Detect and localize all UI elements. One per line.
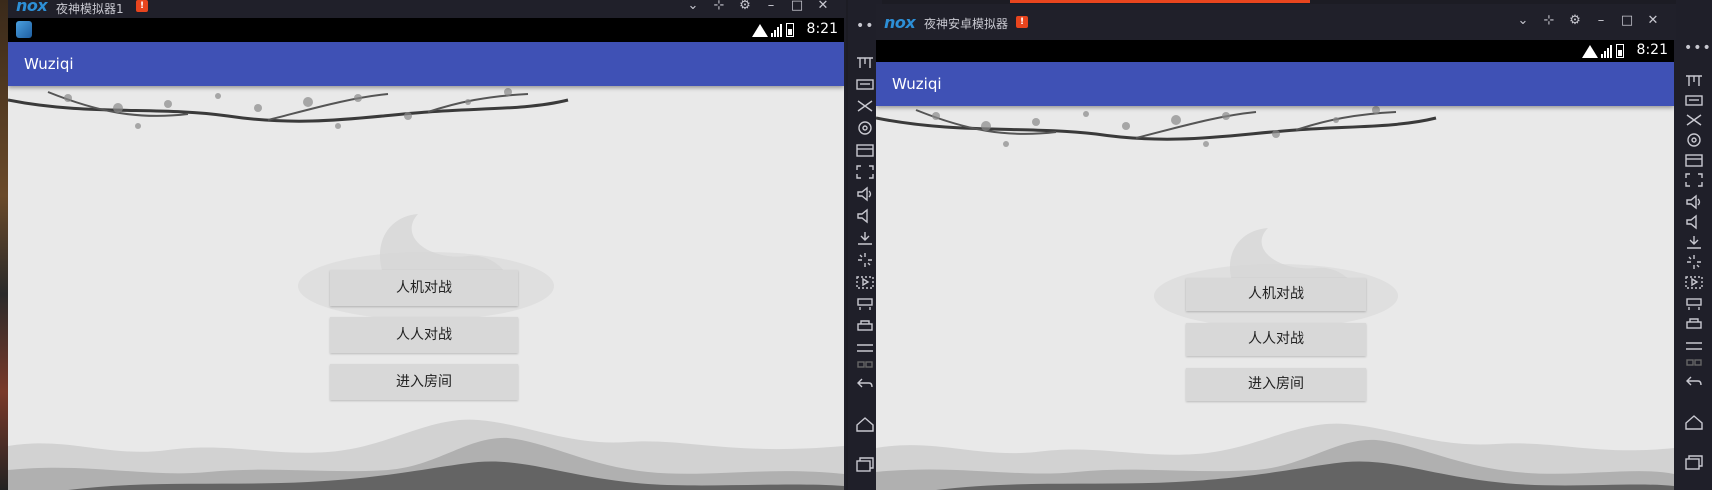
printer-icon[interactable]: [855, 318, 875, 334]
pin-icon[interactable]: ⊹: [706, 0, 732, 13]
macro-icon[interactable]: [855, 274, 875, 290]
pve-button[interactable]: 人机对战: [1186, 278, 1366, 311]
toolbar-icon[interactable]: [1684, 72, 1704, 88]
game-menu-screen: 人机对战 人人对战 进入房间: [8, 86, 844, 490]
right-android-screen: 8:21 Wuziqi 人机对战 人人对战 进入房间: [876, 40, 1674, 490]
status-icons: [1582, 44, 1624, 58]
volume-up-icon[interactable]: [1684, 194, 1704, 210]
dropdown-icon[interactable]: ⌄: [680, 0, 706, 13]
install-apk-icon[interactable]: [855, 230, 875, 246]
more-icon[interactable]: •••: [1684, 40, 1712, 56]
left-status-bar: 8:21: [8, 18, 844, 42]
app-title: Wuziqi: [892, 75, 942, 93]
minimize-icon[interactable]: –: [758, 0, 784, 13]
status-time: 8:21: [806, 21, 838, 37]
fullscreen-icon[interactable]: [855, 164, 875, 180]
right-window-controls: ⌄ ⊹ ⚙ – □ ✕: [1510, 13, 1666, 28]
app-bar: Wuziqi: [8, 42, 844, 86]
multi-instance-icon[interactable]: [855, 296, 875, 312]
game-menu-screen: 人机对战 人人对战 进入房间: [876, 106, 1674, 490]
desktop-wallpaper-strip: [0, 0, 8, 490]
fullscreen-icon[interactable]: [1684, 172, 1704, 188]
pvp-button[interactable]: 人人对战: [330, 317, 518, 353]
back-icon[interactable]: [855, 376, 875, 392]
volume-down-icon[interactable]: [855, 208, 875, 224]
layout-icon[interactable]: [1684, 152, 1704, 168]
keyboard-icon[interactable]: [1684, 92, 1704, 108]
toolbar-icon[interactable]: [855, 54, 875, 70]
volume-up-icon[interactable]: [855, 186, 875, 202]
right-status-bar: 8:21: [876, 40, 1674, 62]
left-window-controls: ⌄ ⊹ ⚙ – □ ✕: [680, 0, 836, 13]
loading-icon[interactable]: [1684, 254, 1704, 270]
app-title: Wuziqi: [24, 55, 74, 73]
nox-logo-icon: nox: [884, 13, 916, 32]
layout-icon[interactable]: [855, 142, 875, 158]
battery-icon: [1616, 44, 1624, 58]
right-window-title: 夜神安卓模拟器: [924, 17, 1009, 31]
right-title-bar[interactable]: nox 夜神安卓模拟器 ! ⌄ ⊹ ⚙ – □ ✕: [876, 4, 1676, 40]
recent-apps-icon[interactable]: [855, 456, 875, 472]
left-title-bar[interactable]: nox 夜神模拟器1 ! ⌄ ⊹ ⚙ – □ ✕: [8, 0, 846, 18]
menu-icon[interactable]: [855, 340, 875, 356]
settings-icon[interactable]: ⚙: [1562, 13, 1588, 28]
recent-apps-icon[interactable]: [1684, 454, 1704, 470]
split-icon[interactable]: [855, 360, 875, 370]
right-emulator-window: nox 夜神安卓模拟器 ! ⌄ ⊹ ⚙ – □ ✕ 8:21 Wuziqi 人机…: [876, 4, 1676, 490]
wifi-icon: [752, 24, 768, 37]
screenshot-icon[interactable]: [855, 120, 875, 136]
shake-icon[interactable]: [855, 98, 875, 114]
printer-icon[interactable]: [1684, 316, 1704, 332]
shake-icon[interactable]: [1684, 112, 1704, 128]
taskbar-highlight: [1010, 0, 1310, 3]
home-icon[interactable]: [1684, 414, 1704, 430]
battery-icon: [786, 23, 794, 37]
maximize-icon[interactable]: □: [1614, 13, 1640, 28]
app-bar: Wuziqi: [876, 62, 1674, 106]
desktop: nox 夜神模拟器1 ! ⌄ ⊹ ⚙ – □ ✕ 8:21 Wuziqi 人机对…: [0, 0, 1712, 490]
minimize-icon[interactable]: –: [1588, 13, 1614, 28]
screenshot-icon[interactable]: [1684, 132, 1704, 148]
alert-badge-icon[interactable]: !: [136, 0, 148, 12]
menu-icon[interactable]: [1684, 338, 1704, 354]
close-icon[interactable]: ✕: [1640, 13, 1666, 28]
maximize-icon[interactable]: □: [784, 0, 810, 13]
pin-icon[interactable]: ⊹: [1536, 13, 1562, 28]
install-apk-icon[interactable]: [1684, 234, 1704, 250]
left-emulator-window: nox 夜神模拟器1 ! ⌄ ⊹ ⚙ – □ ✕ 8:21 Wuziqi 人机对…: [8, 0, 846, 490]
enter-room-button[interactable]: 进入房间: [330, 364, 518, 400]
loading-icon[interactable]: [855, 252, 875, 268]
volume-down-icon[interactable]: [1684, 214, 1704, 230]
nox-logo-icon: nox: [16, 0, 48, 15]
left-android-screen: 8:21 Wuziqi 人机对战 人人对战 进入房间: [8, 18, 844, 490]
signal-icon: [771, 24, 783, 37]
enter-room-button[interactable]: 进入房间: [1186, 368, 1366, 401]
multi-instance-icon[interactable]: [1684, 296, 1704, 312]
alert-badge-icon[interactable]: !: [1016, 16, 1028, 28]
settings-icon[interactable]: ⚙: [732, 0, 758, 13]
pve-button[interactable]: 人机对战: [330, 270, 518, 306]
close-icon[interactable]: ✕: [810, 0, 836, 13]
macro-icon[interactable]: [1684, 274, 1704, 290]
wifi-icon: [1582, 45, 1598, 58]
app-notification-icon: [16, 21, 32, 38]
signal-icon: [1601, 45, 1613, 58]
pvp-button[interactable]: 人人对战: [1186, 323, 1366, 356]
back-icon[interactable]: [1684, 374, 1704, 390]
split-icon[interactable]: [1684, 358, 1704, 368]
status-time: 8:21: [1636, 42, 1668, 58]
left-window-title: 夜神模拟器1: [56, 2, 124, 16]
right-side-toolbar: •••: [1676, 0, 1712, 490]
home-icon[interactable]: [855, 416, 875, 432]
dropdown-icon[interactable]: ⌄: [1510, 13, 1536, 28]
status-icons: [752, 23, 794, 37]
keyboard-icon[interactable]: [855, 76, 875, 92]
